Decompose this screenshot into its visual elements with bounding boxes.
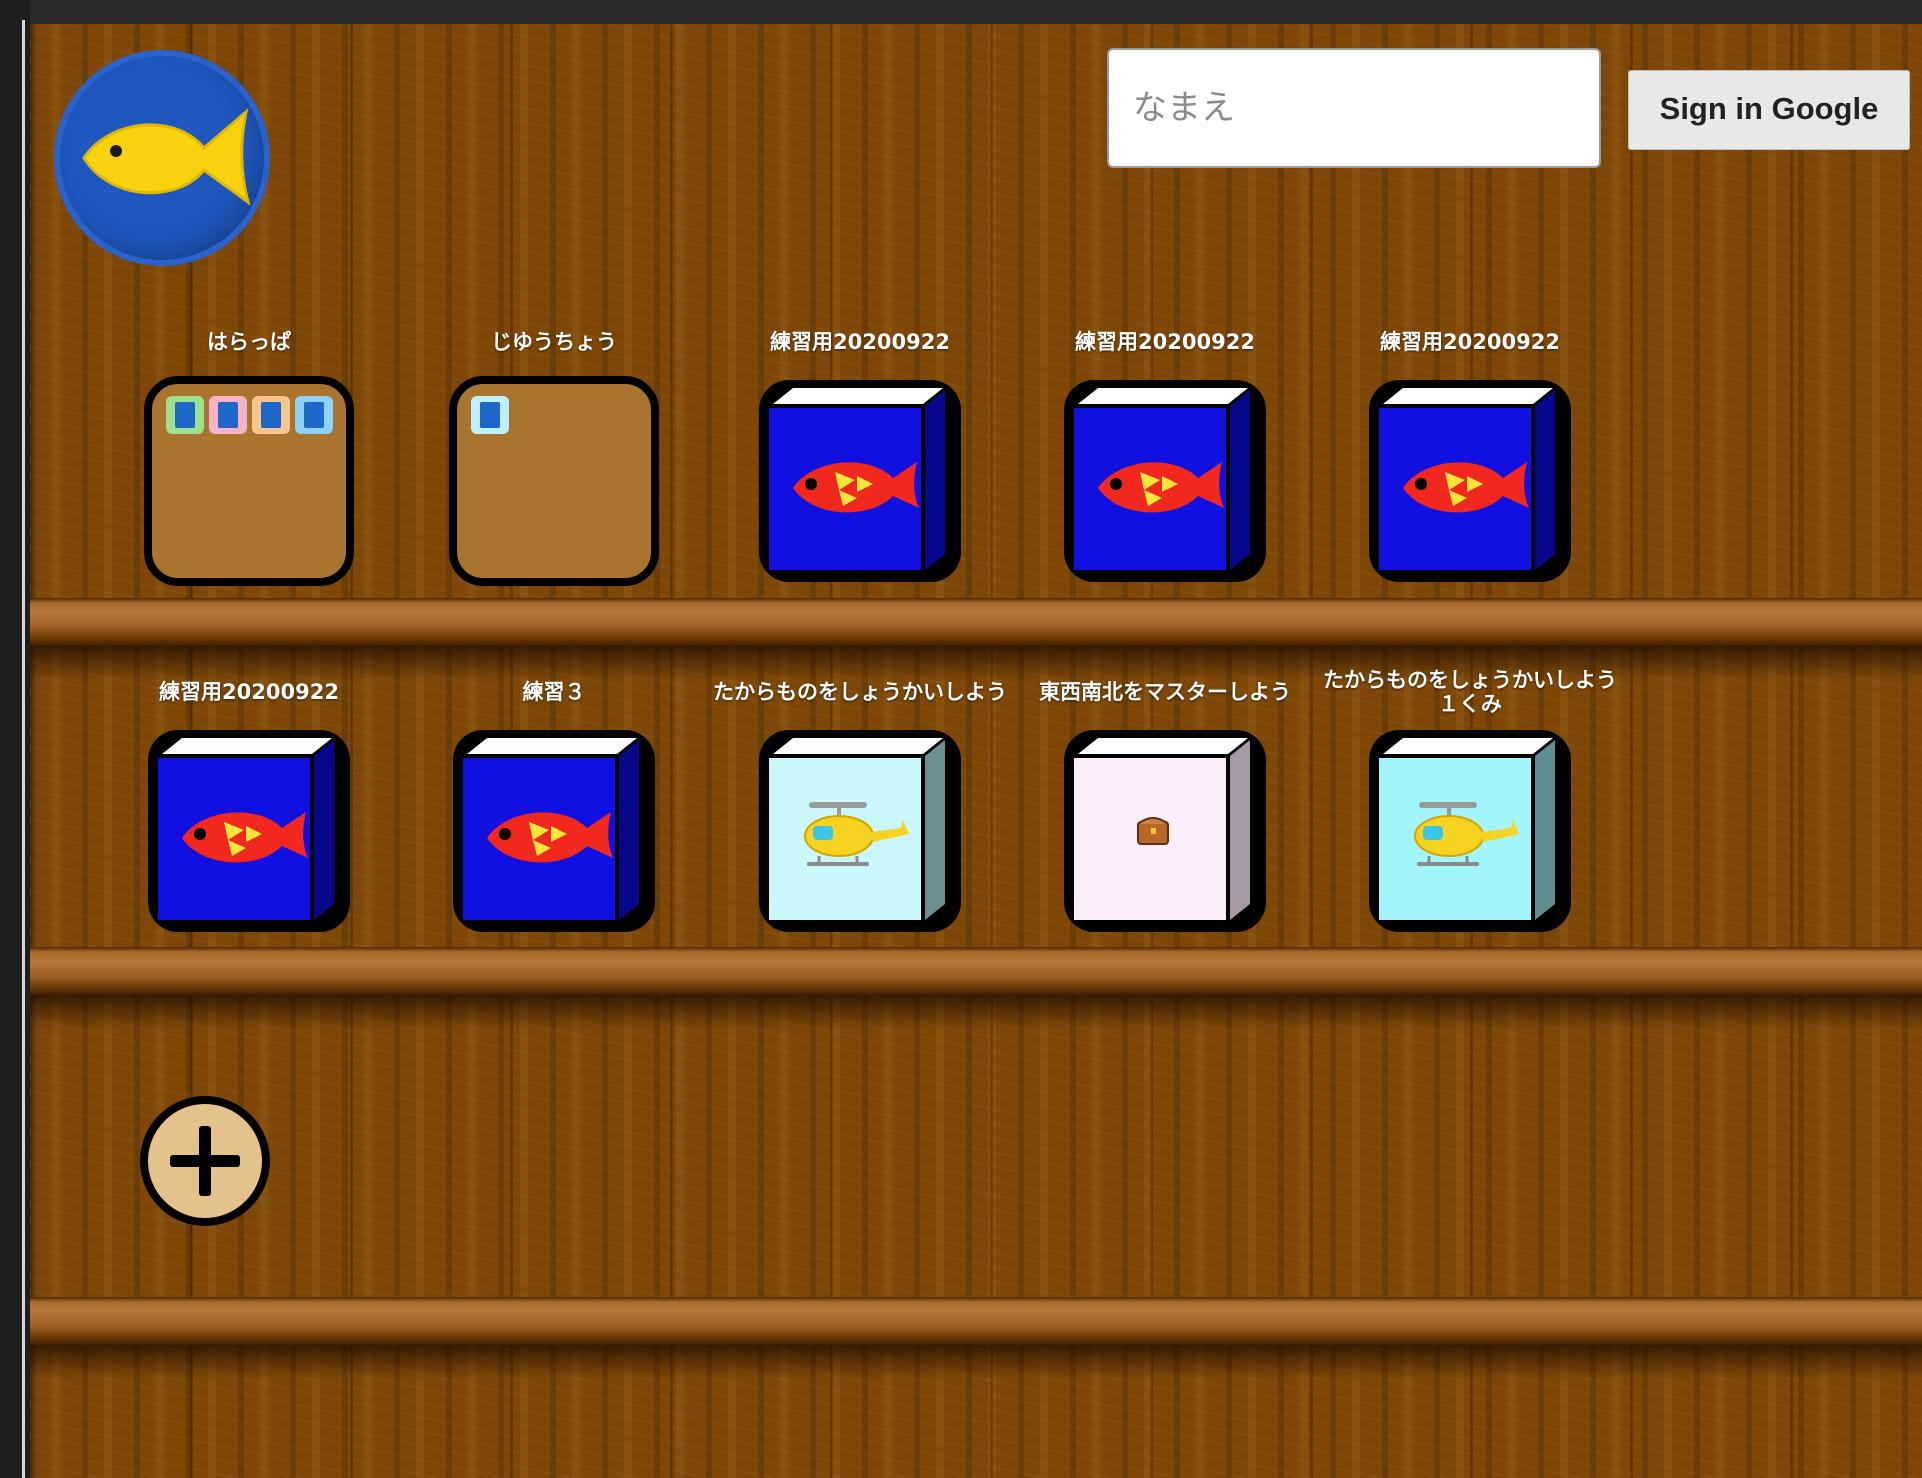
item-title: 東西南北をマスターしよう: [1039, 680, 1291, 704]
shelf-item[interactable]: 練習用20200922: [710, 314, 1010, 584]
fish-book-icon[interactable]: [447, 724, 661, 938]
fish-book-icon[interactable]: [1363, 374, 1577, 588]
shelf-item[interactable]: 練習用20200922: [1320, 314, 1620, 584]
fish-book-icon[interactable]: [1058, 374, 1272, 588]
item-title: はらっぱ: [207, 330, 291, 354]
item-title: 練習用20200922: [1075, 330, 1255, 354]
treasure-chest-book-icon[interactable]: [1058, 724, 1272, 938]
shelf-item[interactable]: はらっぱ: [99, 314, 399, 586]
fish-book-icon[interactable]: [753, 374, 967, 588]
shelf-item[interactable]: 練習３: [404, 664, 704, 934]
item-title: 練習用20200922: [770, 330, 950, 354]
helicopter-book-icon[interactable]: [753, 724, 967, 938]
sign-in-google-button[interactable]: Sign in Google: [1628, 70, 1910, 150]
folder-icon[interactable]: [447, 374, 661, 588]
shelf-item[interactable]: 練習用20200922: [1015, 314, 1315, 584]
shelf-board: [30, 947, 1922, 995]
shelf-item[interactable]: たからものをしょうかいしよう１くみ: [1320, 664, 1620, 934]
fish-logo-icon[interactable]: [54, 50, 270, 266]
item-title: 練習用20200922: [1380, 330, 1560, 354]
shelf-item[interactable]: たからものをしょうかいしよう: [710, 664, 1010, 934]
plus-icon: [170, 1126, 240, 1196]
shelf-shadow: [30, 995, 1922, 1029]
item-title: 練習用20200922: [159, 680, 339, 704]
item-title: 練習３: [522, 680, 586, 704]
bookshelf-page: Sign in Google はらっぱ じゆうちょう 練習用2020: [30, 24, 1922, 1478]
shelf-board: [30, 598, 1922, 646]
shelf-item[interactable]: 練習用20200922: [99, 664, 399, 934]
helicopter-book-icon[interactable]: [1363, 724, 1577, 938]
shelf-item[interactable]: じゆうちょう: [404, 314, 704, 586]
item-title: じゆうちょう: [491, 330, 617, 354]
name-input[interactable]: [1107, 48, 1601, 168]
window-left-divider: [22, 20, 25, 1478]
item-title: たからものをしょうかいしよう: [713, 680, 1007, 704]
folder-icon[interactable]: [142, 374, 356, 588]
shelf-item[interactable]: 東西南北をマスターしよう: [1015, 664, 1315, 934]
add-item-button[interactable]: [140, 1096, 270, 1226]
window-top-bar: [0, 0, 1922, 16]
shelf-board: [30, 1297, 1922, 1345]
item-title: たからものをしょうかいしよう１くみ: [1323, 668, 1617, 716]
window-left-edge: [0, 0, 30, 1478]
fish-book-icon[interactable]: [142, 724, 356, 938]
shelf-shadow: [30, 1345, 1922, 1379]
